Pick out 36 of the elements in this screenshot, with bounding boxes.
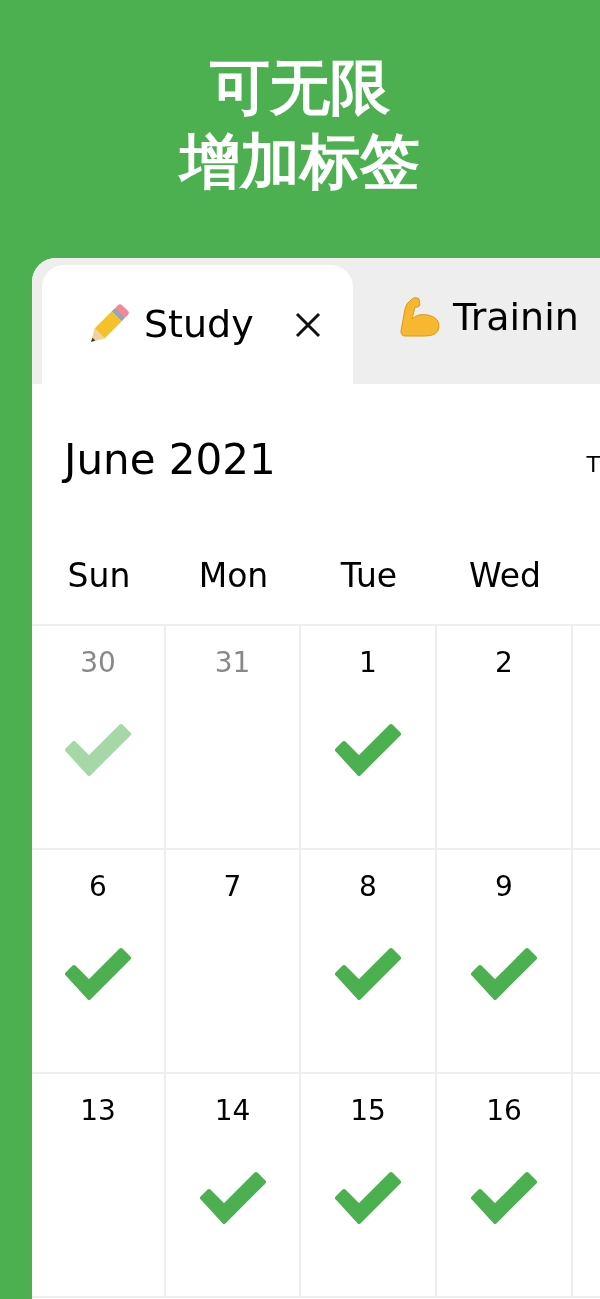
day-cell[interactable]: 30 — [32, 626, 166, 848]
day-cell[interactable]: 6 — [32, 850, 166, 1072]
tab-label: Study — [144, 301, 254, 348]
day-cell[interactable]: 2 — [437, 626, 573, 848]
day-number: 7 — [223, 869, 242, 905]
day-cell[interactable]: 8 — [301, 850, 437, 1072]
day-cell[interactable]: 9 — [437, 850, 573, 1072]
weekday-label: Mon — [198, 555, 269, 598]
day-cell[interactable]: 31 — [166, 626, 301, 848]
day-number: 9 — [495, 869, 513, 905]
tab[interactable]: Study — [42, 265, 353, 384]
day-number: 31 — [214, 645, 251, 681]
day-number: 13 — [80, 1093, 116, 1129]
headline: 增加标签 — [180, 125, 420, 198]
day-number: 14 — [214, 1093, 251, 1129]
day-number: 1 — [359, 645, 377, 681]
day-number: 8 — [359, 869, 377, 905]
day-number: 2 — [495, 645, 513, 681]
headline: 可无限 — [210, 51, 390, 124]
day-cell[interactable]: 16 — [437, 1074, 573, 1296]
day-number: 30 — [80, 645, 116, 681]
day-cell[interactable]: 15 — [301, 1074, 437, 1296]
today-button[interactable]: T — [586, 437, 600, 481]
day-cell[interactable]: 1 — [301, 626, 437, 848]
tab-label: Trainin — [453, 294, 579, 341]
weekday-label: Tue — [340, 555, 398, 598]
day-number: 16 — [486, 1093, 522, 1129]
weekday-label: Sun — [67, 555, 131, 598]
day-cell[interactable]: 13 — [32, 1074, 166, 1296]
day-number: 6 — [89, 869, 107, 905]
day-number: 15 — [350, 1093, 386, 1129]
tab[interactable]: Trainin — [353, 265, 579, 384]
close-icon[interactable] — [293, 310, 322, 339]
day-cell[interactable]: 14 — [166, 1074, 301, 1296]
weekday-label: Wed — [469, 555, 541, 598]
day-cell[interactable]: 7 — [166, 850, 301, 1072]
